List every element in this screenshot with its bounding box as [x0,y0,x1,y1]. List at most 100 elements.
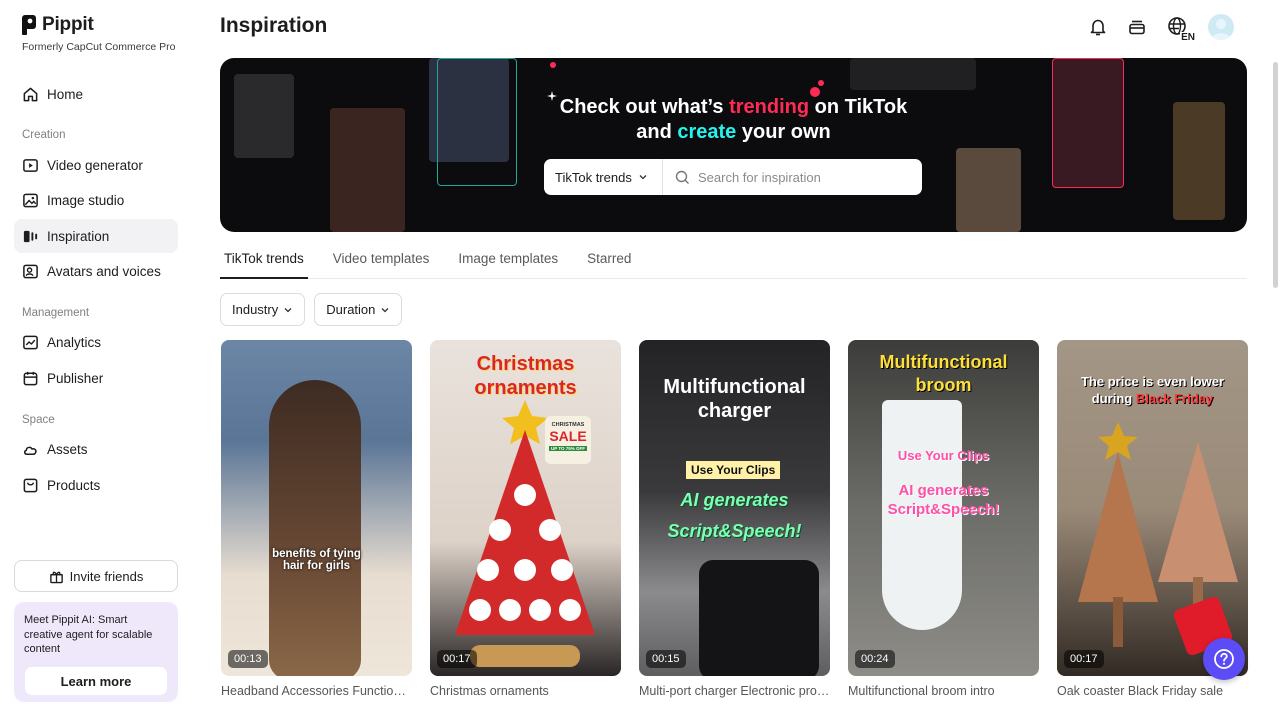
home-icon [23,87,38,101]
pippit-logo-icon [22,15,36,35]
language-code: EN [1180,32,1196,43]
banner-decoration [956,148,1021,232]
banner-headline-line2: and create your own [636,121,831,143]
calendar-icon [23,371,38,385]
section-label-space: Space [22,414,55,426]
sidebar-item-label: Image studio [47,192,125,208]
bell-icon[interactable] [1087,16,1109,38]
template-thumbnail[interactable]: The price is even lower during Black Fri… [1057,340,1248,676]
sidebar: Pippit Formerly CapCut Commerce Pro Home… [0,0,192,711]
cloud-icon [23,446,37,455]
duration-filter[interactable]: Duration [314,293,403,326]
sidebar-item-label: Analytics [47,334,102,350]
sidebar-item-avatars-voices[interactable]: Avatars and voices [14,254,178,288]
box-icon [23,478,38,492]
template-card[interactable]: Multifunctional charger Use Your Clips A… [639,340,830,698]
use-your-clips-label: Use Your Clips [686,461,781,479]
page-title: Inspiration [220,14,328,37]
sidebar-item-publisher[interactable]: Publisher [14,361,178,395]
avatar[interactable] [1208,14,1234,40]
template-title: Multi-port charger Electronic product [639,684,830,698]
thumbnail-caption-line1: Christmas [476,353,575,375]
section-label-creation: Creation [22,129,66,141]
sidebar-item-products[interactable]: Products [14,468,178,502]
filter-bar: Industry Duration [220,293,403,326]
brand-name: Pippit [42,14,94,35]
template-thumbnail[interactable]: Christmas ornaments CHRISTMAS SALE UP TO… [430,340,621,676]
banner-decoration [850,58,976,90]
thumbnail-caption: benefits of tying hair for girls [272,548,361,572]
section-label-management: Management [22,307,90,319]
duration-badge: 00:24 [855,650,895,668]
template-title: Multifunctional broom intro [848,684,995,698]
analytics-icon [23,335,38,349]
thumbnail-caption-line5: Script&Speech! [667,521,802,541]
video-generator-icon [23,158,38,172]
template-card[interactable]: benefits of tying hair for girls 00:13 H… [221,340,412,698]
pink-drop-icon [810,80,824,97]
duration-badge: 00:13 [228,650,268,668]
search-category-dropdown[interactable]: TikTok trends [544,159,663,195]
template-card[interactable]: Multifunctional broom Use Your Clips AI … [848,340,1039,698]
scrollbar-thumb[interactable] [1273,62,1278,288]
language-switcher[interactable]: EN [1165,16,1196,43]
thumbnail-caption-line5: Script&Speech! [887,501,1000,518]
template-title: Headband Accessories Function Demo [221,684,412,698]
sidebar-item-assets[interactable]: Assets [14,432,178,466]
brand-logo[interactable]: Pippit [22,14,94,36]
thumbnail-caption-line1: The price is even lower [1080,374,1225,389]
promo-card: Meet Pippit AI: Smart creative agent for… [14,602,178,702]
main-content: Inspiration EN Check out what’s trending… [192,0,1280,711]
sidebar-item-inspiration[interactable]: Inspiration [14,219,178,253]
banner-decoration [1173,102,1225,220]
template-grid: benefits of tying hair for girls 00:13 H… [221,340,1248,698]
sidebar-item-home[interactable]: Home [14,77,178,111]
sidebar-item-label: Inspiration [47,228,110,244]
industry-filter[interactable]: Industry [220,293,306,326]
invite-friends-button[interactable]: Invite friends [14,560,178,592]
thumbnail-caption-line4: AI generates [680,490,789,510]
brand-subtitle: Formerly CapCut Commerce Pro [22,41,176,53]
chevron-down-icon [284,307,292,312]
thumbnail-caption-line2: during Black Friday [1091,391,1214,406]
inspiration-icon [23,230,38,242]
template-thumbnail[interactable]: Multifunctional charger Use Your Clips A… [639,340,830,676]
thumbnail-caption-line1: Multifunctional [663,376,806,398]
sidebar-item-label: Home [47,86,84,102]
tab-starred[interactable]: Starred [583,240,635,278]
thumbnail-caption-line1: Multifunctional [879,352,1008,372]
search-input[interactable] [690,169,922,185]
invite-friends-label: Invite friends [69,568,144,584]
avatar-voice-icon [23,264,38,278]
sparkle-icon [547,91,557,101]
template-thumbnail[interactable]: Multifunctional broom Use Your Clips AI … [848,340,1039,676]
industry-filter-label: Industry [232,302,279,317]
sidebar-item-video-generator[interactable]: Video generator [14,148,178,182]
thumbnail-caption-line4: AI generates [898,482,989,499]
tab-tiktok-trends[interactable]: TikTok trends [220,240,308,279]
sidebar-item-label: Avatars and voices [47,263,161,279]
sidebar-item-analytics[interactable]: Analytics [14,325,178,359]
image-studio-icon [23,193,38,207]
template-card[interactable]: Christmas ornaments CHRISTMAS SALE UP TO… [430,340,621,698]
tab-video-templates[interactable]: Video templates [329,240,434,278]
sidebar-item-label: Video generator [47,157,143,173]
banner-headline-line1: Check out what’s trending on TikTok [559,96,908,118]
inspiration-search: TikTok trends [544,159,922,195]
layers-icon[interactable] [1126,16,1148,38]
sale-tag: CHRISTMAS SALE UP TO 75% OFF [545,416,591,464]
thumbnail-caption-line3: Use Your Clips [897,448,990,463]
hair-shape [269,380,361,676]
help-button[interactable] [1203,638,1245,680]
gift-icon [49,571,63,583]
content-tabs: TikTok trends Video templates Image temp… [220,240,1247,279]
duration-badge: 00:17 [1064,650,1104,668]
header-actions: EN [1087,14,1234,43]
sidebar-item-image-studio[interactable]: Image studio [14,183,178,217]
chevron-down-icon [639,175,647,180]
template-thumbnail[interactable]: benefits of tying hair for girls 00:13 [221,340,412,676]
search-category-label: TikTok trends [555,169,632,185]
chevron-down-icon [381,307,389,312]
tab-image-templates[interactable]: Image templates [454,240,562,278]
learn-more-button[interactable]: Learn more [25,667,167,695]
